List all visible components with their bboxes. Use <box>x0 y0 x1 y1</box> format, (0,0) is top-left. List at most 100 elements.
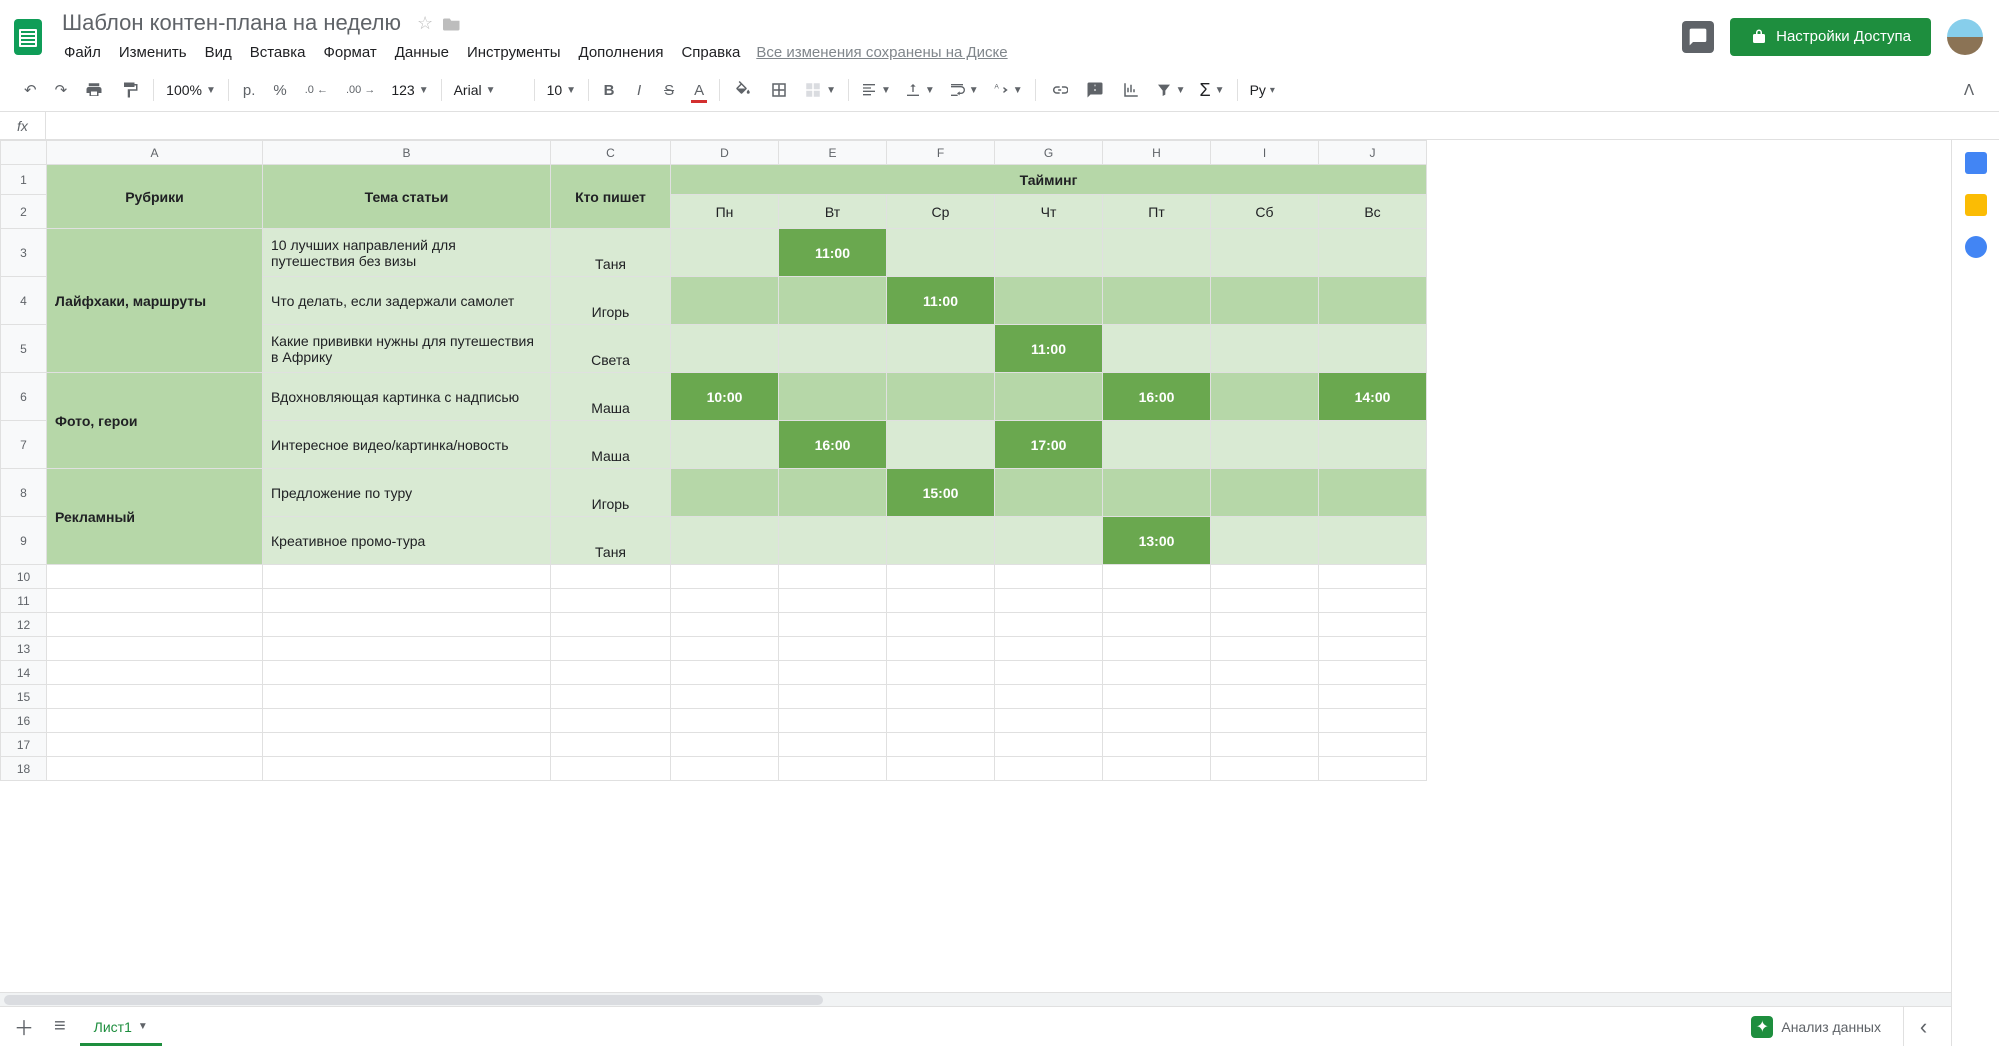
cell-empty[interactable] <box>995 613 1103 637</box>
cell-empty[interactable] <box>779 637 887 661</box>
star-icon[interactable]: ☆ <box>417 13 433 34</box>
row-header-1[interactable]: 1 <box>1 165 47 195</box>
header-day-0[interactable]: Пн <box>671 195 779 229</box>
time-1-1-1[interactable]: 16:00 <box>779 421 887 469</box>
col-header-B[interactable]: B <box>263 141 551 165</box>
time-1-1-0[interactable] <box>671 421 779 469</box>
print-button[interactable] <box>77 75 111 105</box>
font-family-dropdown[interactable]: Arial▼ <box>448 78 528 102</box>
cell-empty[interactable] <box>1103 613 1211 637</box>
cell-empty[interactable] <box>671 589 779 613</box>
time-1-0-6[interactable]: 14:00 <box>1319 373 1427 421</box>
horizontal-scrollbar[interactable] <box>0 992 1951 1006</box>
cell-empty[interactable] <box>995 589 1103 613</box>
header-timing[interactable]: Тайминг <box>671 165 1427 195</box>
cell-empty[interactable] <box>1211 637 1319 661</box>
cell-empty[interactable] <box>671 709 779 733</box>
topic-0-1[interactable]: Что делать, если задержали самолет <box>263 277 551 325</box>
header-day-4[interactable]: Пт <box>1103 195 1211 229</box>
insert-chart-button[interactable] <box>1114 75 1148 105</box>
percent-button[interactable]: % <box>265 76 294 105</box>
text-wrap-dropdown[interactable]: ▼ <box>943 78 985 102</box>
time-0-1-1[interactable] <box>779 277 887 325</box>
col-header-F[interactable]: F <box>887 141 995 165</box>
time-1-1-2[interactable] <box>887 421 995 469</box>
fill-color-button[interactable] <box>726 75 760 105</box>
time-0-0-1[interactable]: 11:00 <box>779 229 887 277</box>
cell-empty[interactable] <box>887 733 995 757</box>
topic-2-0[interactable]: Предложение по туру <box>263 469 551 517</box>
undo-button[interactable]: ↶ <box>16 75 45 105</box>
author-2-1[interactable]: Таня <box>551 517 671 565</box>
time-2-0-5[interactable] <box>1211 469 1319 517</box>
cell-empty[interactable] <box>263 733 551 757</box>
time-1-0-1[interactable] <box>779 373 887 421</box>
increase-decimal-button[interactable]: .00 → <box>338 78 383 102</box>
cell-empty[interactable] <box>551 685 671 709</box>
col-header-D[interactable]: D <box>671 141 779 165</box>
row-header-11[interactable]: 11 <box>1 589 47 613</box>
cell-empty[interactable] <box>779 757 887 781</box>
vertical-align-dropdown[interactable]: ▼ <box>899 78 941 102</box>
time-0-0-2[interactable] <box>887 229 995 277</box>
rubric-2[interactable]: Рекламный <box>47 469 263 565</box>
zoom-dropdown[interactable]: 100%▼ <box>160 78 222 102</box>
sheets-logo[interactable] <box>8 17 48 57</box>
cell-empty[interactable] <box>995 661 1103 685</box>
author-1-0[interactable]: Маша <box>551 373 671 421</box>
cell-empty[interactable] <box>551 589 671 613</box>
col-header-C[interactable]: C <box>551 141 671 165</box>
cell-empty[interactable] <box>551 733 671 757</box>
time-0-2-0[interactable] <box>671 325 779 373</box>
row-header-3[interactable]: 3 <box>1 229 47 277</box>
menu-дополнения[interactable]: Дополнения <box>571 40 672 65</box>
cell-empty[interactable] <box>1103 565 1211 589</box>
cell-empty[interactable] <box>1319 613 1427 637</box>
menu-справка[interactable]: Справка <box>673 40 748 65</box>
cell-empty[interactable] <box>779 733 887 757</box>
cell-empty[interactable] <box>995 637 1103 661</box>
redo-button[interactable]: ↷ <box>47 75 76 105</box>
author-0-2[interactable]: Света <box>551 325 671 373</box>
cell-empty[interactable] <box>995 685 1103 709</box>
time-2-0-4[interactable] <box>1103 469 1211 517</box>
add-sheet-button[interactable]: ＋ <box>8 1006 40 1046</box>
cell-empty[interactable] <box>887 709 995 733</box>
time-2-0-6[interactable] <box>1319 469 1427 517</box>
time-1-0-5[interactable] <box>1211 373 1319 421</box>
time-2-1-5[interactable] <box>1211 517 1319 565</box>
cell-empty[interactable] <box>551 637 671 661</box>
row-header-18[interactable]: 18 <box>1 757 47 781</box>
time-0-2-6[interactable] <box>1319 325 1427 373</box>
row-header-5[interactable]: 5 <box>1 325 47 373</box>
time-0-1-4[interactable] <box>1103 277 1211 325</box>
cell-empty[interactable] <box>263 661 551 685</box>
time-0-0-6[interactable] <box>1319 229 1427 277</box>
calendar-addon-icon[interactable] <box>1965 152 1987 174</box>
time-0-1-3[interactable] <box>995 277 1103 325</box>
cell-empty[interactable] <box>887 757 995 781</box>
cell-empty[interactable] <box>1319 661 1427 685</box>
row-header-8[interactable]: 8 <box>1 469 47 517</box>
cell-empty[interactable] <box>1211 757 1319 781</box>
rubric-1[interactable]: Фото, герои <box>47 373 263 469</box>
time-0-1-5[interactable] <box>1211 277 1319 325</box>
cell-empty[interactable] <box>1103 661 1211 685</box>
cell-empty[interactable] <box>1103 757 1211 781</box>
cell-empty[interactable] <box>47 589 263 613</box>
time-1-0-2[interactable] <box>887 373 995 421</box>
cell-empty[interactable] <box>887 613 995 637</box>
cell-empty[interactable] <box>1103 637 1211 661</box>
header-day-5[interactable]: Сб <box>1211 195 1319 229</box>
row-header-16[interactable]: 16 <box>1 709 47 733</box>
cell-empty[interactable] <box>887 565 995 589</box>
filter-dropdown[interactable]: ▼ <box>1150 78 1192 102</box>
cell-empty[interactable] <box>671 685 779 709</box>
menu-файл[interactable]: Файл <box>56 40 109 65</box>
time-0-2-2[interactable] <box>887 325 995 373</box>
menu-изменить[interactable]: Изменить <box>111 40 195 65</box>
cell-empty[interactable] <box>779 709 887 733</box>
cell-empty[interactable] <box>1319 757 1427 781</box>
italic-button[interactable]: I <box>625 76 653 105</box>
cell-empty[interactable] <box>263 613 551 637</box>
